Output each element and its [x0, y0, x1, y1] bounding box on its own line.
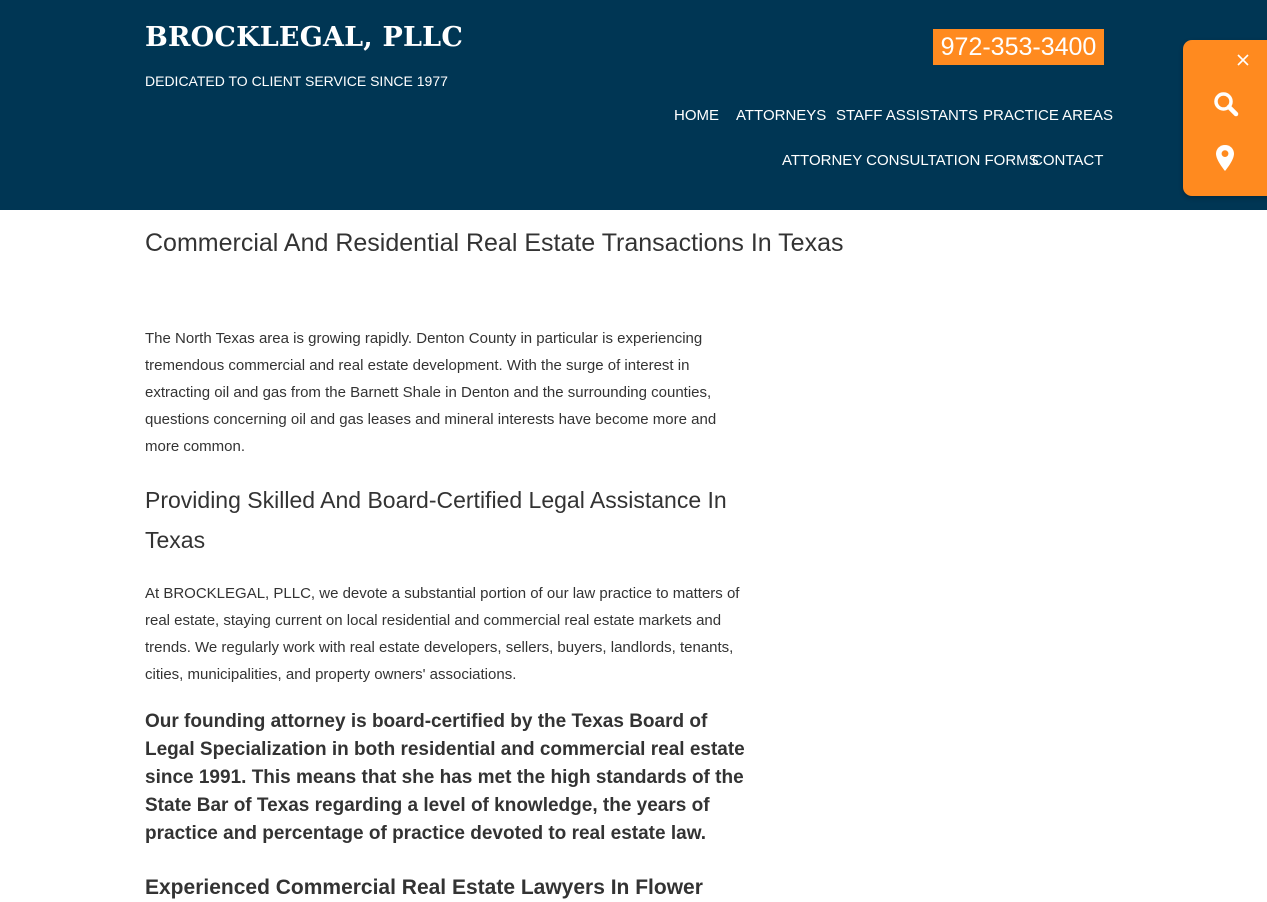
phone-button[interactable]: 972-353-3400 — [933, 29, 1104, 65]
nav-item-attorneys[interactable]: ATTORNEYS — [736, 107, 826, 125]
map-pin-icon[interactable] — [1215, 144, 1235, 172]
side-widget — [1183, 40, 1267, 196]
nav-item-home[interactable]: HOME — [674, 107, 719, 125]
certification-paragraph: Our founding attorney is board-certified… — [145, 711, 745, 844]
site-header: BROCKLEGAL, PLLC DEDICATED TO CLIENT SER… — [0, 0, 1267, 210]
section-heading: Providing Skilled And Board-Certified Le… — [145, 487, 727, 553]
search-icon[interactable] — [1212, 90, 1240, 118]
nav-item-staff-assistants[interactable]: STAFF ASSISTANTS — [836, 107, 978, 125]
nav-item-consultation-forms[interactable]: ATTORNEY CONSULTATION FORMS — [782, 152, 1039, 170]
close-icon[interactable] — [1235, 52, 1251, 68]
section-heading-2: Experienced Commercial Real Estate Lawye… — [145, 876, 703, 899]
nav-item-contact[interactable]: CONTACT — [1032, 152, 1103, 170]
intro-paragraph: The North Texas area is growing rapidly.… — [145, 330, 717, 455]
services-paragraph: At BROCKLEGAL, PLLC, we devote a substan… — [145, 585, 740, 683]
page-title: Commercial And Residential Real Estate T… — [145, 229, 844, 257]
site-tagline: DEDICATED TO CLIENT SERVICE SINCE 1977 — [145, 73, 448, 89]
site-title[interactable]: BROCKLEGAL, PLLC — [145, 22, 463, 53]
nav-item-practice-areas[interactable]: PRACTICE AREAS — [983, 107, 1113, 125]
